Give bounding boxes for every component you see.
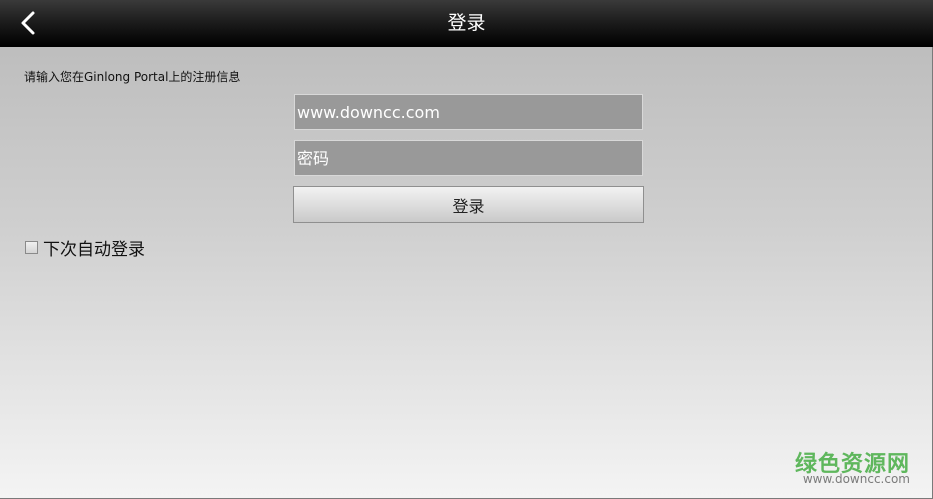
watermark-url: www.downcc.com (802, 472, 910, 486)
username-input[interactable] (294, 94, 643, 130)
auto-login-label: 下次自动登录 (43, 240, 145, 260)
page-title: 登录 (447, 12, 486, 34)
auto-login-checkbox[interactable] (25, 241, 38, 254)
auto-login-option[interactable]: 下次自动登录 (25, 235, 145, 260)
password-input[interactable] (294, 140, 643, 176)
login-hint: 请输入您在Ginlong Portal上的注册信息 (24, 70, 241, 84)
login-button[interactable]: 登录 (293, 186, 644, 223)
title-bar: 登录 (0, 0, 933, 47)
